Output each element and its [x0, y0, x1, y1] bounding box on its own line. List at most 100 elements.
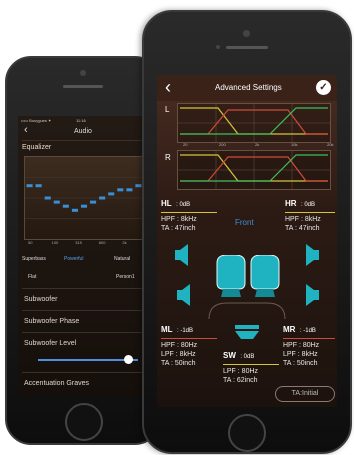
front-camera — [243, 30, 250, 37]
equalizer-graph[interactable] — [24, 156, 144, 240]
channel-setting: TA : 50inch — [283, 360, 318, 367]
subwoofer-icon[interactable] — [233, 323, 261, 343]
page-title: Audio — [74, 128, 92, 135]
left-crossover-graph[interactable] — [177, 103, 331, 143]
status-carrier: ••••• Bouygues ✦ — [21, 118, 52, 123]
equalizer-band-handle[interactable] — [135, 184, 142, 188]
channel-setting: TA : 47inch — [285, 225, 320, 232]
equalizer-band-handle[interactable] — [44, 196, 51, 200]
channel-setting: HPF : 8kHz — [161, 216, 197, 223]
crossover-frequency-label: 10k — [291, 142, 298, 147]
crossover-frequency-label: 20k — [327, 142, 334, 147]
speaker-left-mid-icon[interactable] — [177, 283, 191, 307]
channel-underline — [161, 338, 217, 339]
preset-person1[interactable]: Person1 — [116, 274, 135, 280]
menu-subwoofer-level: Subwoofer Level — [24, 340, 77, 347]
channel-setting: TA : 47inch — [161, 225, 196, 232]
equalizer-band-handle[interactable] — [26, 184, 33, 188]
menu-subwoofer-phase[interactable]: Subwoofer Phase — [24, 318, 79, 325]
advanced-settings-screen: ‹ Advanced Settings ✓ L 20 200 2k 10k 20k R — [157, 75, 337, 407]
channel-setting: LPF : 8kHz — [161, 351, 196, 358]
equalizer-band-handle[interactable] — [117, 188, 124, 192]
equalizer-frequency-label: 800 — [98, 240, 106, 245]
rear-seat-outline — [208, 302, 286, 320]
confirm-button[interactable]: ✓ — [316, 80, 331, 95]
channel-hl[interactable]: HL : 0dB HPF : 8kHz TA : 47inch — [161, 193, 217, 233]
ta-initial-button[interactable]: TA:Initial — [275, 386, 335, 402]
equalizer-band-handle[interactable] — [99, 196, 106, 200]
crossover-frequency-label: 200 — [219, 142, 226, 147]
channel-underline — [223, 364, 279, 365]
equalizer-band-handle[interactable] — [80, 204, 88, 208]
channel-setting: HPF : 8kHz — [285, 216, 321, 223]
home-button[interactable] — [65, 403, 103, 441]
equalizer-band-handle[interactable] — [108, 192, 115, 196]
channel-gain: : -1dB — [177, 328, 194, 334]
left-crossover-curves — [178, 104, 330, 142]
status-time: 11:16 — [76, 118, 86, 123]
equalizer-band-handle[interactable] — [71, 208, 78, 212]
car-seats-icon — [216, 255, 280, 297]
subwoofer-level-slider-thumb[interactable] — [124, 355, 133, 364]
channel-sw[interactable]: SW : 0dB LPF : 80Hz TA : 62inch — [223, 345, 279, 385]
speaker-right-mid-icon[interactable] — [305, 283, 319, 307]
equalizer-band-handle[interactable] — [62, 204, 69, 208]
front-phone: ‹ Advanced Settings ✓ L 20 200 2k 10k 20k R — [142, 10, 352, 454]
equalizer-band-handle[interactable] — [90, 200, 97, 204]
preset-powerful[interactable]: Powerful — [64, 256, 83, 262]
channel-setting: LPF : 80Hz — [223, 368, 259, 375]
page-title: Advanced Settings — [215, 83, 282, 92]
menu-subwoofer[interactable]: Subwoofer — [24, 296, 57, 303]
channel-underline — [283, 338, 335, 339]
channel-setting: TA : 62inch — [223, 377, 258, 384]
channel-gain: : -1dB — [299, 328, 316, 334]
equalizer-band-handle[interactable] — [126, 188, 133, 192]
channel-setting: TA : 50inch — [161, 360, 196, 367]
home-button[interactable] — [228, 414, 266, 452]
right-crossover-graph[interactable] — [177, 150, 331, 190]
divider — [22, 332, 144, 333]
speaker-right-tweeter-icon[interactable] — [305, 243, 319, 267]
channel-name: HL — [161, 199, 172, 208]
menu-accentuation-graves[interactable]: Accentuation Graves — [24, 380, 89, 387]
preset-natural[interactable]: Natural — [114, 256, 130, 262]
channel-setting: LPF : 8kHz — [283, 351, 318, 358]
divider — [22, 372, 144, 373]
equalizer-band-handle[interactable] — [53, 200, 60, 204]
channel-name: MR — [283, 325, 296, 334]
crossover-frequency-axis: 20 200 2k 10k 20k — [177, 142, 333, 148]
channel-setting: HPF : 80Hz — [161, 342, 198, 349]
back-phone: ••••• Bouygues ✦ 11:16 ‹ Audio Equalizer… — [5, 56, 161, 445]
front-camera — [80, 70, 86, 76]
right-crossover-curves — [178, 151, 330, 189]
equalizer-frequency-label: 315 — [75, 240, 82, 245]
audio-screen: ••••• Bouygues ✦ 11:16 ‹ Audio Equalizer… — [18, 116, 148, 396]
channel-hr[interactable]: HR : 0dB HPF : 8kHz TA : 47inch — [285, 193, 335, 233]
channel-name: HR — [285, 199, 297, 208]
zone-label: Front — [235, 218, 254, 227]
channel-mr[interactable]: MR : -1dB HPF : 80Hz LPF : 8kHz TA : 50i… — [283, 319, 335, 368]
channel-setting: HPF : 80Hz — [283, 342, 320, 349]
equalizer-frequency-axis: 50 100 315 800 2k — [24, 240, 142, 248]
sensor-dot — [216, 45, 220, 49]
channel-ml[interactable]: ML : -1dB HPF : 80Hz LPF : 8kHz TA : 50i… — [161, 319, 217, 368]
equalizer-title: Equalizer — [22, 144, 52, 151]
back-button[interactable]: ‹ — [165, 77, 171, 98]
channel-gain: : 0dB — [240, 354, 255, 360]
earpiece-speaker — [226, 46, 268, 49]
left-channel-label: L — [165, 105, 170, 114]
back-button[interactable]: ‹ — [24, 124, 28, 136]
subwoofer-level-track[interactable] — [38, 359, 138, 361]
divider — [22, 310, 144, 311]
divider — [22, 140, 144, 141]
equalizer-band-handle[interactable] — [35, 184, 42, 188]
speaker-left-tweeter-icon[interactable] — [175, 243, 189, 267]
preset-superbass[interactable]: Superbass — [22, 256, 46, 262]
channel-gain: : 0dB — [176, 202, 191, 208]
preset-flat[interactable]: Flat — [28, 274, 36, 280]
equalizer-bands — [25, 177, 143, 219]
divider — [22, 288, 144, 289]
right-channel-label: R — [165, 153, 171, 162]
crossover-frequency-label: 2k — [255, 142, 260, 147]
equalizer-frequency-label: 2k — [122, 240, 127, 245]
